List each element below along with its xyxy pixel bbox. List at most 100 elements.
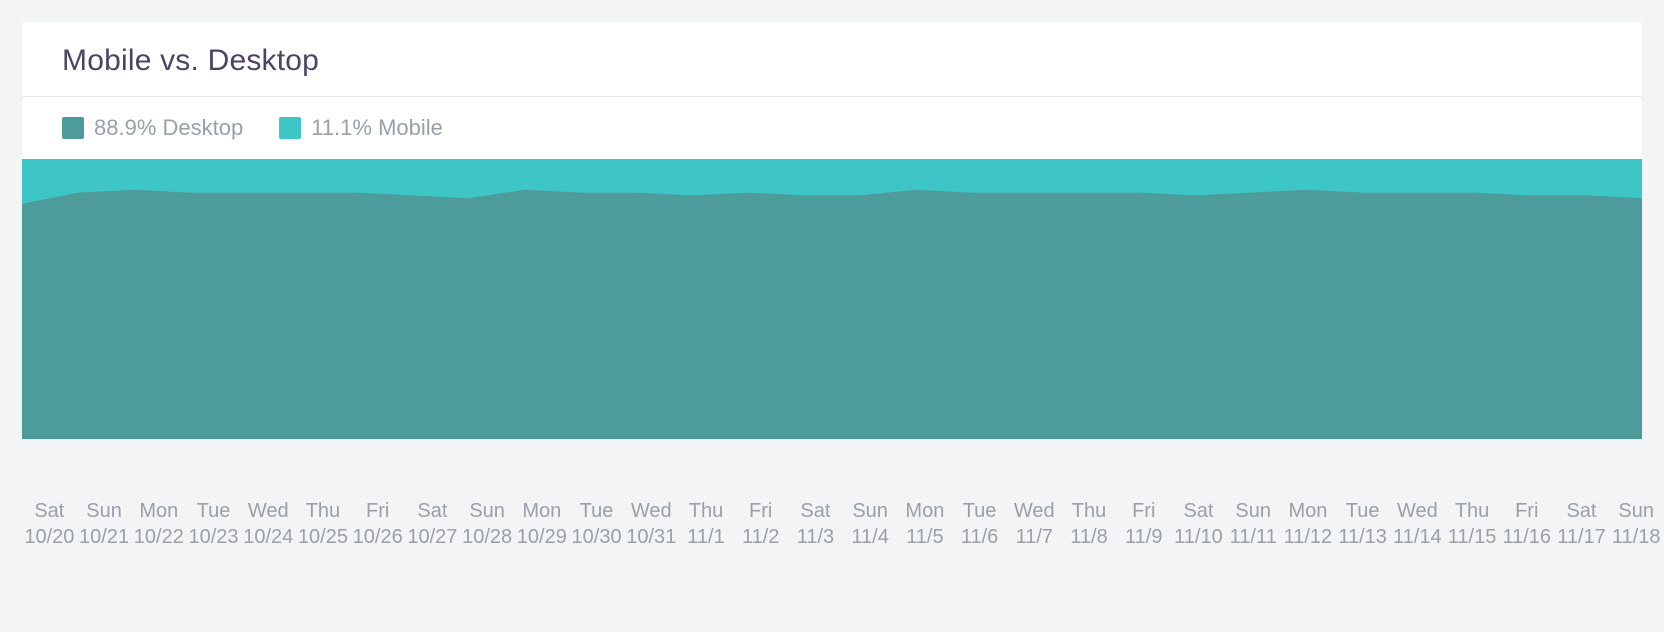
legend-swatch-mobile [279, 117, 301, 139]
x-tick-date: 11/6 [952, 524, 1007, 550]
x-tick-date: 11/12 [1281, 524, 1336, 550]
x-tick: Wed10/24 [241, 498, 296, 550]
x-tick-day: Sun [1609, 498, 1664, 524]
x-tick-date: 11/14 [1390, 524, 1445, 550]
x-tick-date: 11/13 [1335, 524, 1390, 550]
x-tick: Sun10/28 [460, 498, 515, 550]
x-tick-date: 10/31 [624, 524, 679, 550]
x-tick: Tue11/13 [1335, 498, 1390, 550]
x-tick-date: 11/5 [898, 524, 953, 550]
x-tick: Mon10/22 [131, 498, 186, 550]
x-axis: Sat10/20Sun10/21Mon10/22Tue10/23Wed10/24… [22, 498, 1664, 550]
x-tick-day: Wed [624, 498, 679, 524]
x-tick: Wed11/14 [1390, 498, 1445, 550]
x-tick-day: Fri [1116, 498, 1171, 524]
x-tick-day: Sat [22, 498, 77, 524]
x-tick: Wed10/31 [624, 498, 679, 550]
area-chart [22, 159, 1642, 439]
x-tick-day: Thu [296, 498, 351, 524]
x-tick: Sun11/18 [1609, 498, 1664, 550]
x-tick: Thu11/8 [1062, 498, 1117, 550]
x-tick: Sat10/20 [22, 498, 77, 550]
x-tick-date: 11/15 [1445, 524, 1500, 550]
x-tick: Sun11/11 [1226, 498, 1281, 550]
x-tick-date: 11/16 [1499, 524, 1554, 550]
x-tick-date: 11/3 [788, 524, 843, 550]
x-tick-date: 10/26 [350, 524, 405, 550]
x-tick-day: Sat [788, 498, 843, 524]
x-tick-date: 11/17 [1554, 524, 1609, 550]
x-tick: Sat11/10 [1171, 498, 1226, 550]
x-tick-date: 10/23 [186, 524, 241, 550]
x-tick: Fri11/16 [1499, 498, 1554, 550]
x-tick-day: Wed [1007, 498, 1062, 524]
x-tick: Fri11/9 [1116, 498, 1171, 550]
x-tick-day: Thu [679, 498, 734, 524]
legend-item-mobile[interactable]: 11.1% Mobile [279, 115, 443, 141]
x-tick-day: Mon [514, 498, 569, 524]
x-tick-day: Sun [460, 498, 515, 524]
x-tick: Tue11/6 [952, 498, 1007, 550]
x-tick: Sat11/17 [1554, 498, 1609, 550]
legend-label-mobile: 11.1% Mobile [311, 115, 443, 141]
x-tick: Fri10/26 [350, 498, 405, 550]
card-header: Mobile vs. Desktop [22, 22, 1642, 97]
x-tick-day: Mon [898, 498, 953, 524]
x-tick-day: Thu [1445, 498, 1500, 524]
x-tick-date: 11/7 [1007, 524, 1062, 550]
x-tick-day: Sun [1226, 498, 1281, 524]
x-tick-day: Sat [1554, 498, 1609, 524]
x-tick-day: Thu [1062, 498, 1117, 524]
x-tick-date: 11/8 [1062, 524, 1117, 550]
x-tick-date: 11/10 [1171, 524, 1226, 550]
x-tick-date: 10/27 [405, 524, 460, 550]
x-tick-date: 10/29 [514, 524, 569, 550]
x-tick-date: 11/4 [843, 524, 898, 550]
x-tick: Mon10/29 [514, 498, 569, 550]
x-tick: Tue10/30 [569, 498, 624, 550]
chart-card: Mobile vs. Desktop 88.9% Desktop 11.1% M… [22, 22, 1642, 439]
x-tick-date: 10/28 [460, 524, 515, 550]
x-tick: Thu10/25 [296, 498, 351, 550]
x-tick-date: 10/30 [569, 524, 624, 550]
x-tick-day: Sat [1171, 498, 1226, 524]
chart-title: Mobile vs. Desktop [62, 44, 1602, 78]
x-tick-day: Fri [1499, 498, 1554, 524]
x-tick-day: Tue [1335, 498, 1390, 524]
x-tick-date: 11/11 [1226, 524, 1281, 550]
x-tick-day: Wed [1390, 498, 1445, 524]
x-tick: Thu11/15 [1445, 498, 1500, 550]
x-tick-date: 11/9 [1116, 524, 1171, 550]
legend-item-desktop[interactable]: 88.9% Desktop [62, 115, 243, 141]
x-tick-day: Wed [241, 498, 296, 524]
x-tick-date: 10/25 [296, 524, 351, 550]
x-tick: Thu11/1 [679, 498, 734, 550]
x-tick-day: Tue [186, 498, 241, 524]
x-tick-date: 10/22 [131, 524, 186, 550]
x-tick: Sun11/4 [843, 498, 898, 550]
legend-label-desktop: 88.9% Desktop [94, 115, 243, 141]
x-tick-date: 10/24 [241, 524, 296, 550]
x-tick-day: Mon [1281, 498, 1336, 524]
x-tick-day: Sun [843, 498, 898, 524]
x-tick: Fri11/2 [733, 498, 788, 550]
legend: 88.9% Desktop 11.1% Mobile [22, 97, 1642, 159]
x-tick: Sun10/21 [77, 498, 132, 550]
x-tick-day: Tue [952, 498, 1007, 524]
x-tick: Wed11/7 [1007, 498, 1062, 550]
x-tick-day: Tue [569, 498, 624, 524]
x-tick: Sat10/27 [405, 498, 460, 550]
x-tick: Sat11/3 [788, 498, 843, 550]
x-tick-day: Fri [350, 498, 405, 524]
x-tick: Mon11/5 [898, 498, 953, 550]
x-tick-date: 11/1 [679, 524, 734, 550]
x-tick-day: Fri [733, 498, 788, 524]
x-tick-day: Sat [405, 498, 460, 524]
x-tick-day: Mon [131, 498, 186, 524]
legend-swatch-desktop [62, 117, 84, 139]
area-desktop [22, 190, 1642, 439]
x-tick-date: 10/21 [77, 524, 132, 550]
x-tick: Tue10/23 [186, 498, 241, 550]
x-tick-date: 11/2 [733, 524, 788, 550]
x-tick-date: 10/20 [22, 524, 77, 550]
